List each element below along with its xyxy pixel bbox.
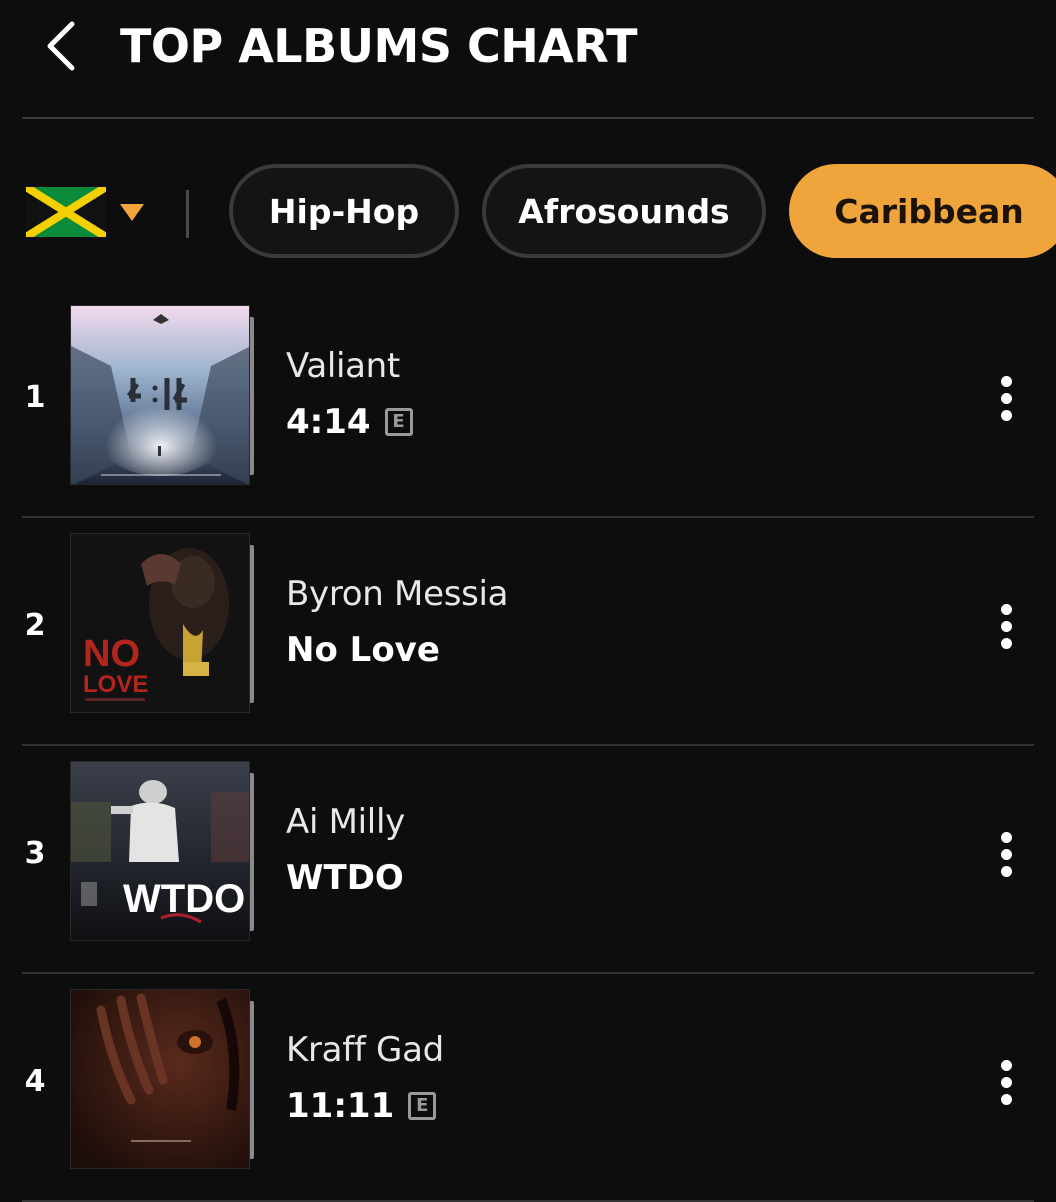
explicit-icon: E [408, 1092, 437, 1120]
album-art-image: WTDO [70, 761, 250, 941]
artist-name: Ai Milly [286, 802, 405, 842]
caret-down-icon [120, 203, 144, 221]
more-vertical-icon [1000, 601, 1012, 652]
chevron-left-icon [47, 21, 75, 71]
genre-chip-afrosounds[interactable]: Afrosounds [482, 164, 766, 258]
more-options-button[interactable] [980, 824, 1032, 884]
album-title: 11:11 [286, 1086, 395, 1126]
svg-text:LOVE: LOVE [83, 671, 148, 698]
more-vertical-icon [1000, 829, 1012, 880]
rank-number: 3 [24, 836, 46, 871]
filter-bar: Hip-Hop Afrosounds Caribbean [0, 160, 1056, 266]
filter-separator [186, 190, 189, 238]
artist-name: Byron Messia [286, 574, 509, 614]
rank-number: 1 [24, 380, 46, 415]
album-art-image: NO LOVE [70, 533, 250, 713]
artist-name: Kraff Gad [286, 1030, 444, 1070]
album-title-line: No Love [286, 630, 440, 670]
album-title-line: WTDO [286, 858, 404, 898]
rank-number: 4 [24, 1064, 46, 1099]
genre-chip-hip-hop[interactable]: Hip-Hop [229, 164, 459, 258]
album-cover[interactable] [70, 989, 270, 1171]
jamaica-flag-icon [26, 187, 106, 237]
country-selector[interactable] [26, 186, 150, 238]
chart-row[interactable]: 1 Valiant 4:14 E [0, 290, 1056, 518]
album-title: No Love [286, 630, 440, 670]
album-cover[interactable] [70, 305, 270, 487]
back-button[interactable] [30, 14, 90, 78]
top-bar: TOP ALBUMS CHART [0, 0, 1056, 119]
explicit-icon: E [384, 408, 413, 436]
svg-text:NO: NO [83, 633, 140, 675]
album-title: 4:14 [286, 402, 371, 442]
album-title: WTDO [286, 858, 404, 898]
chart-row[interactable]: 2 NO LOVE Byron Messia No Love [0, 518, 1056, 746]
album-art-image [70, 989, 250, 1169]
more-options-button[interactable] [980, 596, 1032, 656]
more-vertical-icon [1000, 373, 1012, 424]
artist-name: Valiant [286, 346, 400, 386]
rank-number: 2 [24, 608, 46, 643]
album-cover[interactable]: WTDO [70, 761, 270, 943]
chart-row[interactable]: 3 WTDO Ai Milly WTDO [0, 746, 1056, 974]
album-title-line: 11:11 E [286, 1086, 437, 1126]
album-cover[interactable]: NO LOVE [70, 533, 270, 715]
page-title: TOP ALBUMS CHART [120, 19, 638, 73]
more-options-button[interactable] [980, 368, 1032, 428]
genre-chip-caribbean[interactable]: Caribbean [789, 164, 1056, 258]
header-divider [22, 117, 1034, 119]
chart-row[interactable]: 4 Kraff Gad 11:11 E [0, 974, 1056, 1202]
album-chart-list: 1 Valiant 4:14 E 2 NO LOVE Byron Messia … [0, 290, 1056, 1202]
album-art-image [70, 305, 250, 485]
album-title-line: 4:14 E [286, 402, 413, 442]
more-options-button[interactable] [980, 1052, 1032, 1112]
more-vertical-icon [1000, 1057, 1012, 1108]
